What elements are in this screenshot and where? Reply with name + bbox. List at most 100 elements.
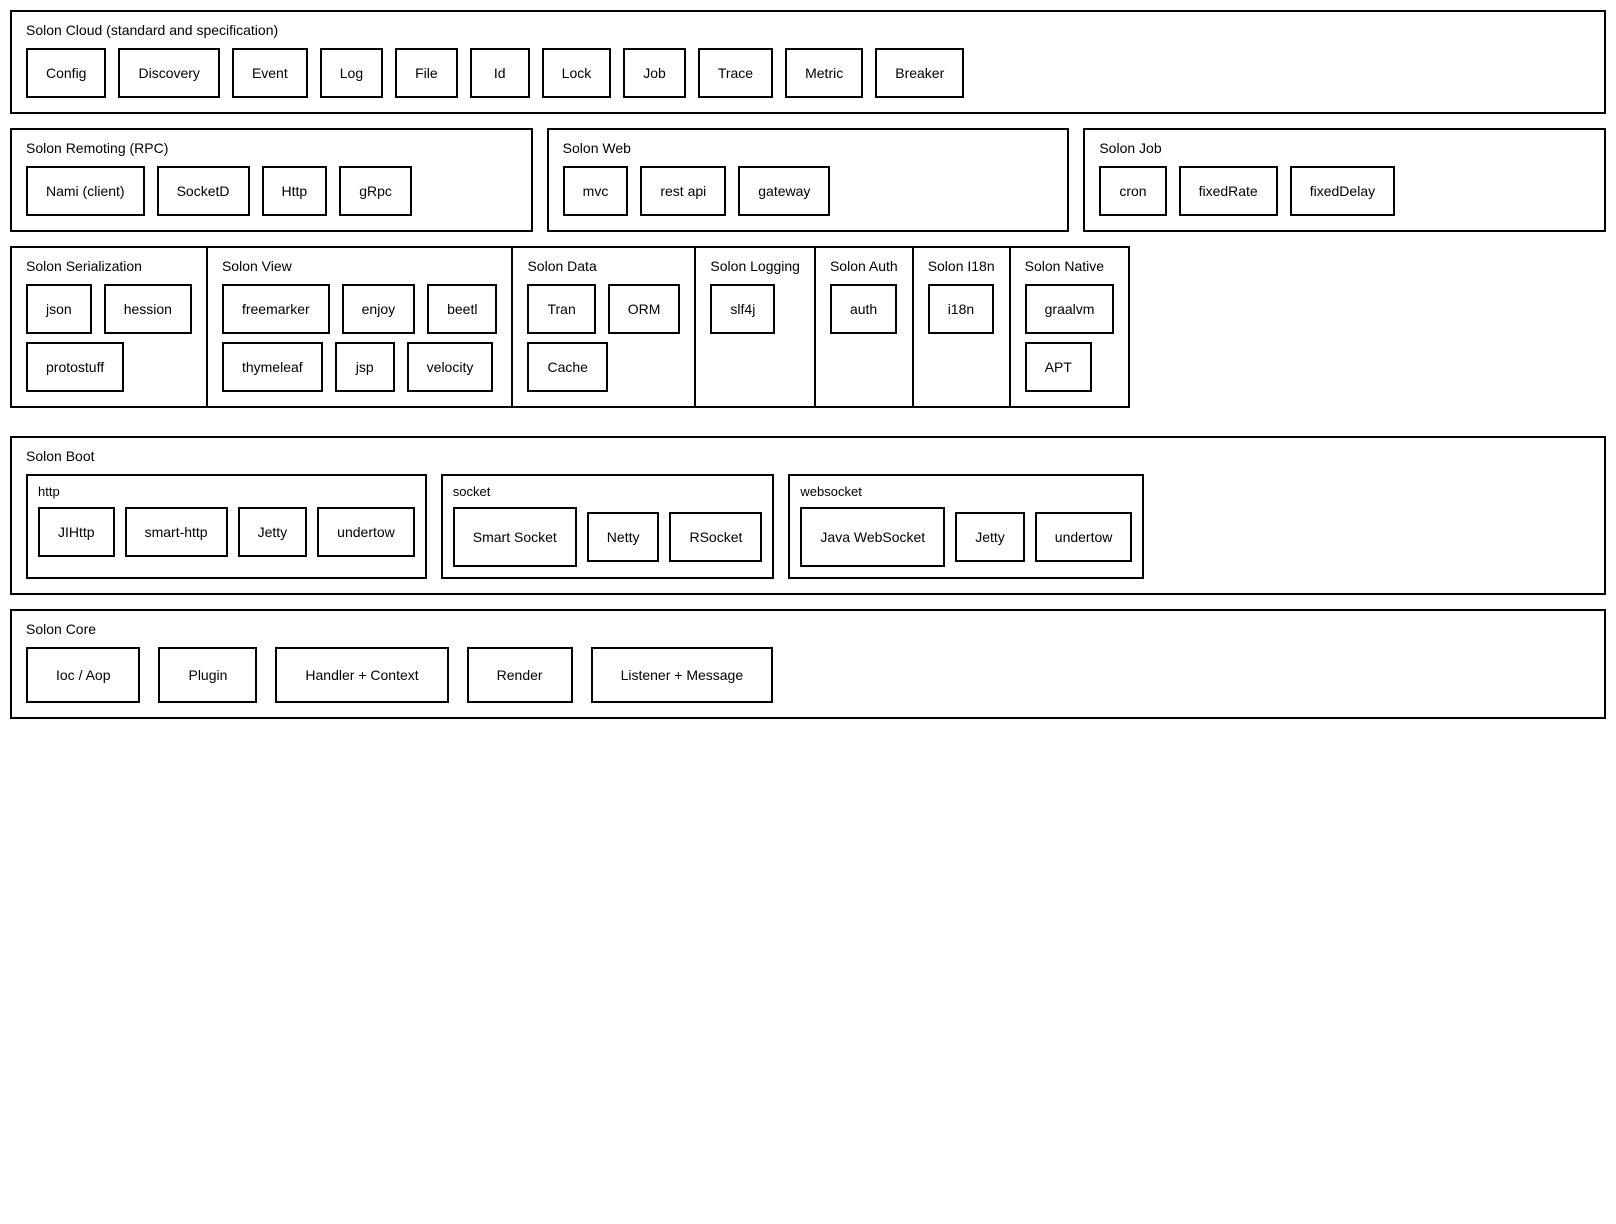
boot-websocket-group: websocket Java WebSocket Jetty undertow bbox=[788, 474, 1144, 579]
boot-socket-items: Smart Socket Netty RSocket bbox=[453, 507, 763, 567]
solon-boot-section: Solon Boot http JIHttp smart-http Jetty … bbox=[10, 436, 1606, 595]
item-listener-message: Listener + Message bbox=[591, 647, 774, 703]
solon-i18n-section: Solon I18n i18n bbox=[912, 246, 1009, 408]
solon-boot-groups: http JIHttp smart-http Jetty undertow so… bbox=[26, 474, 1590, 579]
item-enjoy: enjoy bbox=[342, 284, 415, 334]
solon-remoting-section: Solon Remoting (RPC) Nami (client) Socke… bbox=[10, 128, 533, 232]
solon-web-section: Solon Web mvc rest api gateway bbox=[547, 128, 1070, 232]
item-smart-http: smart-http bbox=[125, 507, 228, 557]
item-fixeddelay: fixedDelay bbox=[1290, 166, 1395, 216]
solon-core-section: Solon Core Ioc / Aop Plugin Handler + Co… bbox=[10, 609, 1606, 719]
solon-serialization-title: Solon Serialization bbox=[26, 258, 192, 274]
item-hession: hession bbox=[104, 284, 192, 334]
solon-remoting-items: Nami (client) SocketD Http gRpc bbox=[26, 166, 517, 216]
boot-socket-group: socket Smart Socket Netty RSocket bbox=[441, 474, 775, 579]
item-event: Event bbox=[232, 48, 308, 98]
solon-remoting-title: Solon Remoting (RPC) bbox=[26, 140, 517, 156]
item-restapi: rest api bbox=[640, 166, 726, 216]
item-i18n: i18n bbox=[928, 284, 994, 334]
solon-job-title: Solon Job bbox=[1099, 140, 1590, 156]
item-slf4j: slf4j bbox=[710, 284, 775, 334]
solon-data-title: Solon Data bbox=[527, 258, 680, 274]
item-velocity: velocity bbox=[407, 342, 494, 392]
solon-core-items: Ioc / Aop Plugin Handler + Context Rende… bbox=[26, 647, 1590, 703]
solon-cloud-title: Solon Cloud (standard and specification) bbox=[26, 22, 1590, 38]
item-java-websocket: Java WebSocket bbox=[800, 507, 945, 567]
item-jihttp: JIHttp bbox=[38, 507, 115, 557]
item-log: Log bbox=[320, 48, 383, 98]
item-id: Id bbox=[470, 48, 530, 98]
solon-job-section: Solon Job cron fixedRate fixedDelay bbox=[1083, 128, 1606, 232]
item-jetty-http: Jetty bbox=[238, 507, 308, 557]
solon-auth-title: Solon Auth bbox=[830, 258, 898, 274]
solon-logging-title: Solon Logging bbox=[710, 258, 800, 274]
solon-view-items: freemarker enjoy beetl thymeleaf jsp vel… bbox=[222, 284, 498, 392]
item-undertow-http: undertow bbox=[317, 507, 415, 557]
solon-view-section: Solon View freemarker enjoy beetl thymel… bbox=[206, 246, 512, 408]
item-http: Http bbox=[262, 166, 328, 216]
solon-job-items: cron fixedRate fixedDelay bbox=[1099, 166, 1590, 216]
item-breaker: Breaker bbox=[875, 48, 964, 98]
item-job: Job bbox=[623, 48, 686, 98]
solon-cloud-section: Solon Cloud (standard and specification)… bbox=[10, 10, 1606, 114]
solon-auth-section: Solon Auth auth bbox=[814, 246, 912, 408]
solon-data-items: Tran ORM Cache bbox=[527, 284, 680, 392]
solon-logging-section: Solon Logging slf4j bbox=[694, 246, 814, 408]
item-tran: Tran bbox=[527, 284, 595, 334]
boot-socket-title: socket bbox=[453, 484, 763, 499]
item-mvc: mvc bbox=[563, 166, 629, 216]
item-grpc: gRpc bbox=[339, 166, 412, 216]
solon-cloud-items: Config Discovery Event Log File Id Lock … bbox=[26, 48, 1590, 98]
item-smart-socket: Smart Socket bbox=[453, 507, 577, 567]
item-trace: Trace bbox=[698, 48, 773, 98]
item-metric: Metric bbox=[785, 48, 863, 98]
solon-i18n-title: Solon I18n bbox=[928, 258, 995, 274]
item-plugin: Plugin bbox=[158, 647, 257, 703]
item-ioc-aop: Ioc / Aop bbox=[26, 647, 140, 703]
item-handler-context: Handler + Context bbox=[275, 647, 448, 703]
item-gateway: gateway bbox=[738, 166, 830, 216]
solon-serialization-section: Solon Serialization json hession protost… bbox=[10, 246, 206, 408]
item-lock: Lock bbox=[542, 48, 612, 98]
item-graalvm: graalvm bbox=[1025, 284, 1115, 334]
boot-websocket-items: Java WebSocket Jetty undertow bbox=[800, 507, 1132, 567]
item-beetl: beetl bbox=[427, 284, 497, 334]
item-jsp: jsp bbox=[335, 342, 395, 392]
item-config: Config bbox=[26, 48, 106, 98]
item-fixedrate: fixedRate bbox=[1179, 166, 1278, 216]
boot-http-title: http bbox=[38, 484, 415, 499]
item-json: json bbox=[26, 284, 92, 334]
item-jetty-ws: Jetty bbox=[955, 512, 1025, 562]
solon-native-items: graalvm APT bbox=[1025, 284, 1115, 392]
item-apt: APT bbox=[1025, 342, 1092, 392]
solon-serialization-items: json hession protostuff bbox=[26, 284, 192, 392]
boot-http-items: JIHttp smart-http Jetty undertow bbox=[38, 507, 415, 557]
item-nami: Nami (client) bbox=[26, 166, 145, 216]
solon-web-items: mvc rest api gateway bbox=[563, 166, 1054, 216]
item-orm: ORM bbox=[608, 284, 681, 334]
item-rsocket: RSocket bbox=[669, 512, 762, 562]
item-cron: cron bbox=[1099, 166, 1166, 216]
row2-container: Solon Remoting (RPC) Nami (client) Socke… bbox=[10, 128, 1606, 232]
solon-i18n-items: i18n bbox=[928, 284, 995, 334]
solon-auth-items: auth bbox=[830, 284, 898, 334]
solon-native-section: Solon Native graalvm APT bbox=[1009, 246, 1131, 408]
solon-view-title: Solon View bbox=[222, 258, 498, 274]
item-render: Render bbox=[467, 647, 573, 703]
solon-core-title: Solon Core bbox=[26, 621, 1590, 637]
item-netty: Netty bbox=[587, 512, 660, 562]
item-file: File bbox=[395, 48, 458, 98]
solon-native-title: Solon Native bbox=[1025, 258, 1115, 274]
boot-websocket-title: websocket bbox=[800, 484, 1132, 499]
item-freemarker: freemarker bbox=[222, 284, 330, 334]
item-protostuff: protostuff bbox=[26, 342, 124, 392]
item-undertow-ws: undertow bbox=[1035, 512, 1133, 562]
solon-web-title: Solon Web bbox=[563, 140, 1054, 156]
item-socketd: SocketD bbox=[157, 166, 250, 216]
solon-data-section: Solon Data Tran ORM Cache bbox=[511, 246, 694, 408]
item-discovery: Discovery bbox=[118, 48, 219, 98]
row3-outer: Solon Serialization json hession protost… bbox=[10, 246, 1606, 422]
solon-logging-items: slf4j bbox=[710, 284, 800, 334]
item-thymeleaf: thymeleaf bbox=[222, 342, 323, 392]
item-auth: auth bbox=[830, 284, 897, 334]
